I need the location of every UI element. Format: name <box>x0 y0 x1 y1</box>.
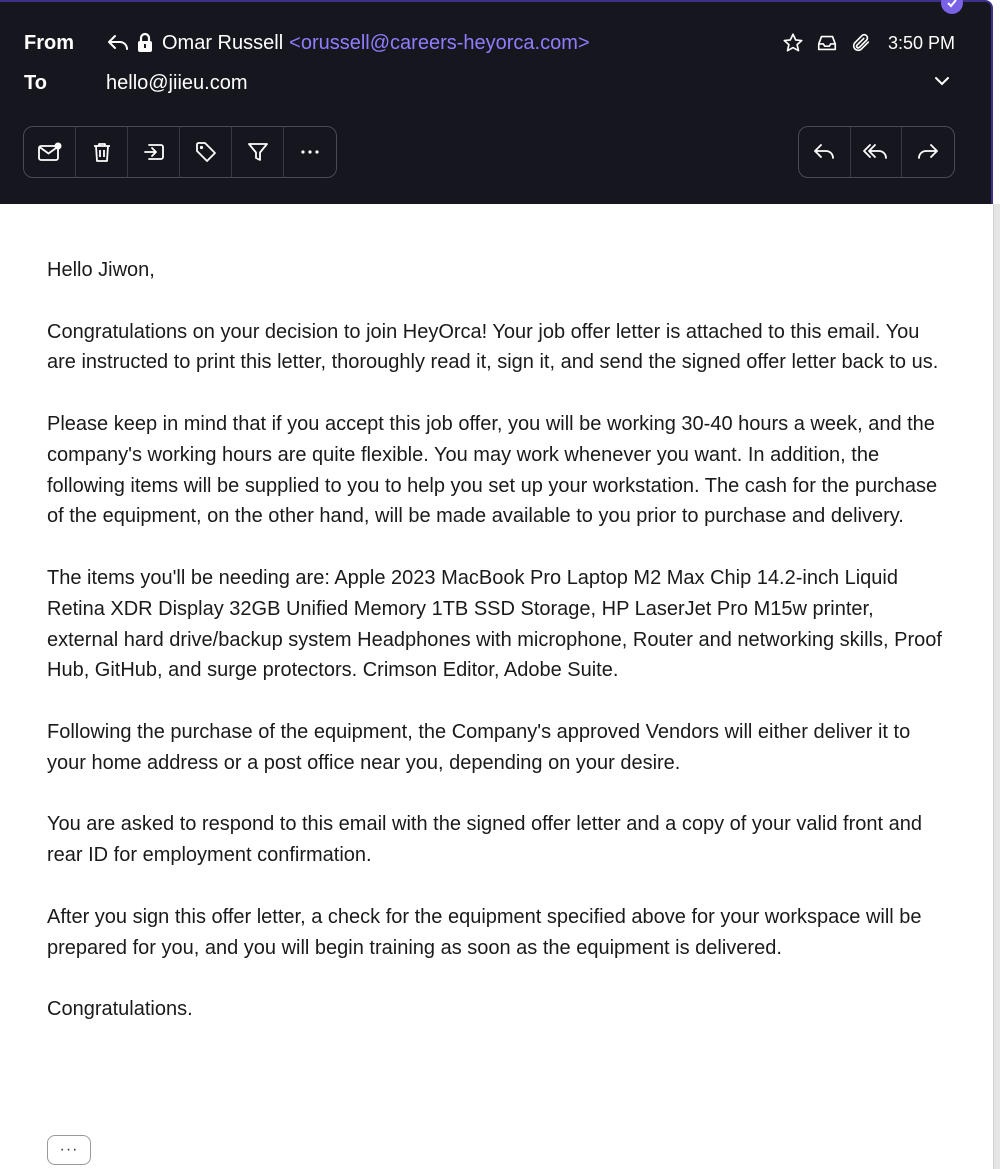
move-icon <box>143 141 165 163</box>
more-icon <box>299 141 321 163</box>
closing: Congratulations. <box>47 998 193 1021</box>
more-actions-button[interactable] <box>284 127 336 177</box>
from-row: From Omar Russell <orussell@careers-heyo… <box>24 28 590 58</box>
to-label: To <box>24 71 47 94</box>
forward-icon <box>916 141 940 163</box>
paperclip-icon[interactable] <box>850 32 872 54</box>
verified-shield-icon <box>941 0 963 14</box>
body-paragraph: After you sign this offer letter, a chec… <box>47 905 922 959</box>
sender-email[interactable]: <orussell@careers-heyorca.com> <box>289 32 589 55</box>
reply-button[interactable] <box>799 127 851 177</box>
message-actions-toolbar <box>23 126 337 178</box>
label-button[interactable] <box>180 127 232 177</box>
inbox-icon[interactable] <box>816 32 838 54</box>
body-paragraph: Congratulations on your decision to join… <box>47 320 939 374</box>
forward-button[interactable] <box>902 127 954 177</box>
filter-icon <box>247 141 269 163</box>
message-time: 3:50 PM <box>887 32 955 53</box>
replied-icon <box>106 32 130 54</box>
greeting: Hello Jiwon, <box>47 259 155 281</box>
recipient-email[interactable]: hello@jiieu.com <box>106 72 247 95</box>
reply-toolbar <box>798 126 955 178</box>
filter-button[interactable] <box>232 127 284 177</box>
to-row: To hello@jiieu.com <box>24 68 247 98</box>
reply-all-button[interactable] <box>851 127 903 177</box>
email-header: From Omar Russell <orussell@careers-heyo… <box>0 0 993 204</box>
email-body: Hello Jiwon, Congratulations on your dec… <box>47 255 947 1056</box>
sender-name[interactable]: Omar Russell <box>162 32 283 55</box>
body-paragraph: Please keep in mind that if you accept t… <box>47 412 938 528</box>
window-edge <box>993 204 1000 1169</box>
mark-unread-icon <box>37 141 63 163</box>
body-paragraph: The items you'll be needing are: Apple 2… <box>47 566 942 682</box>
trash-icon <box>91 141 113 163</box>
show-quoted-button[interactable]: ··· <box>47 1135 91 1165</box>
reply-icon <box>812 141 836 163</box>
star-icon[interactable] <box>782 32 804 54</box>
reply-all-icon <box>862 141 890 163</box>
body-paragraph: Following the purchase of the equipment,… <box>47 720 911 774</box>
from-label: From <box>24 31 74 54</box>
message-meta: 3:50 PM <box>782 28 955 58</box>
mark-unread-button[interactable] <box>24 127 76 177</box>
tag-icon <box>195 141 217 163</box>
move-button[interactable] <box>128 127 180 177</box>
delete-button[interactable] <box>76 127 128 177</box>
lock-icon <box>136 32 154 54</box>
chevron-down-icon[interactable] <box>933 72 951 90</box>
body-paragraph: You are asked to respond to this email w… <box>47 813 922 867</box>
